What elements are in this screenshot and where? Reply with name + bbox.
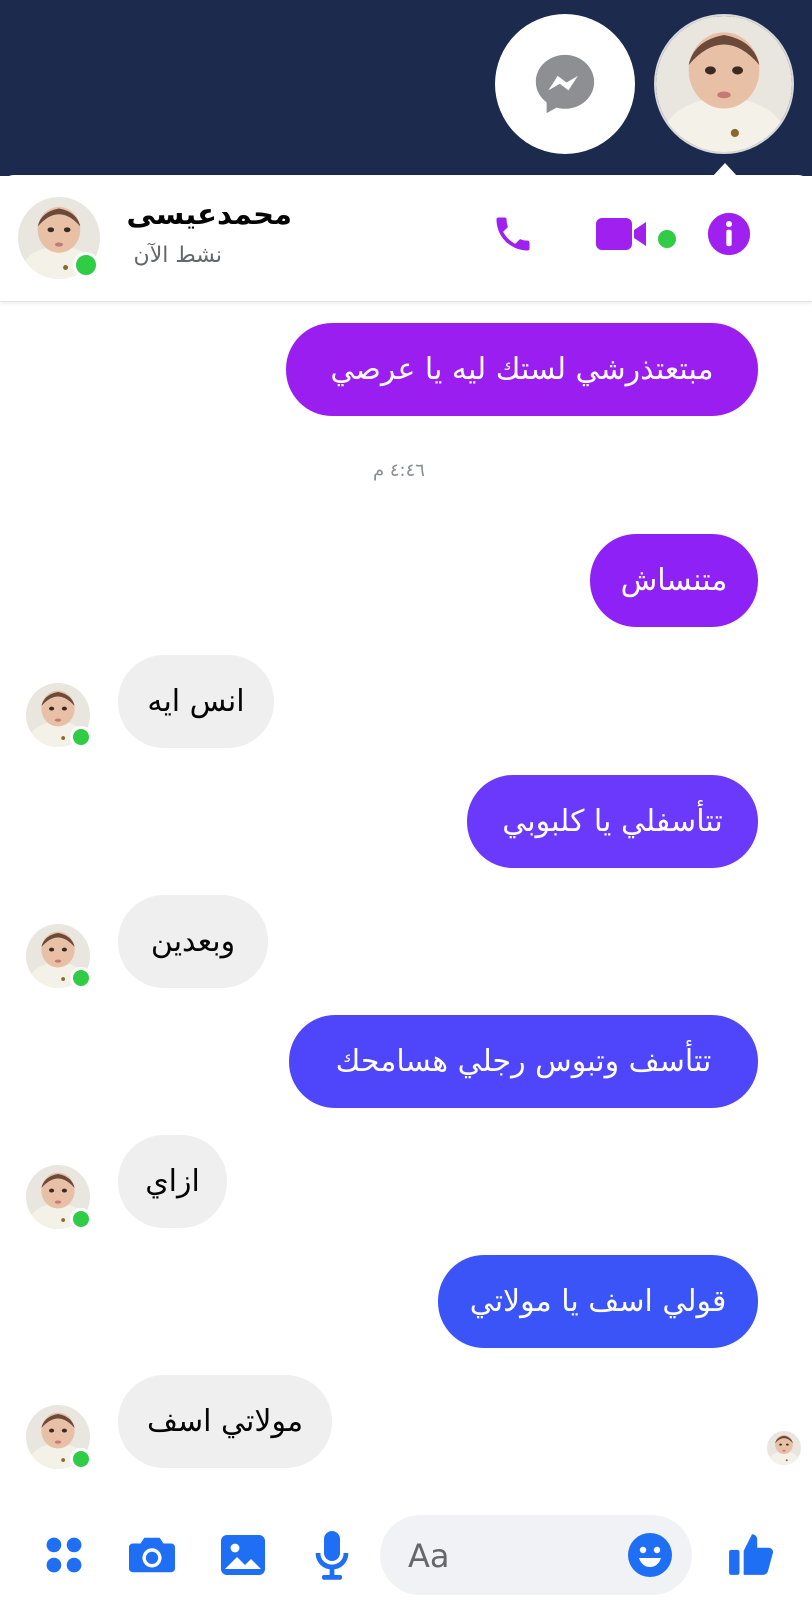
chat-head-avatar[interactable] xyxy=(654,14,794,154)
phone-icon xyxy=(496,217,530,251)
microphone-icon xyxy=(315,1531,349,1580)
online-indicator xyxy=(70,1448,92,1470)
message-bubble-outgoing[interactable]: مبتعتذرشي لستك ليه يا عرصي xyxy=(286,323,758,416)
camera-icon xyxy=(129,1537,175,1573)
message-bubble-outgoing[interactable]: قولي اسف يا مولاتي xyxy=(438,1255,758,1348)
video-call-button[interactable] xyxy=(594,211,650,257)
video-active-indicator xyxy=(658,230,676,248)
apps-icon xyxy=(46,1537,82,1573)
message-bubble-incoming[interactable]: وبعدين xyxy=(118,895,268,988)
gallery-button[interactable] xyxy=(218,1531,268,1579)
contact-name[interactable]: محمدعيسى xyxy=(126,197,292,231)
emoji-icon xyxy=(628,1533,672,1577)
camera-button[interactable] xyxy=(126,1531,178,1579)
messenger-icon xyxy=(535,54,595,114)
message-input[interactable] xyxy=(406,1531,620,1581)
image-icon xyxy=(221,1535,265,1575)
message-timestamp: ٤:٤٦ م xyxy=(373,460,425,481)
online-indicator xyxy=(70,726,92,748)
online-indicator xyxy=(70,967,92,989)
conversation-header: محمدعيسى نشط الآن xyxy=(0,175,812,302)
emoji-button[interactable] xyxy=(626,1531,674,1579)
video-camera-icon xyxy=(596,218,646,250)
message-bubble-outgoing[interactable]: متنساش xyxy=(590,534,758,627)
message-bubble-outgoing[interactable]: تتأسف وتبوس رجلي هسامحك xyxy=(289,1015,758,1108)
like-button[interactable] xyxy=(726,1527,778,1581)
online-indicator xyxy=(70,1208,92,1230)
info-icon xyxy=(707,212,751,256)
message-bubble-incoming[interactable]: مولاتي اسف xyxy=(118,1375,332,1468)
info-button[interactable] xyxy=(706,211,752,257)
call-button[interactable] xyxy=(488,209,538,259)
message-bubble-outgoing[interactable]: تتأسفلي يا كلبوبي xyxy=(467,775,758,868)
apps-button[interactable] xyxy=(40,1531,88,1579)
seen-receipt-avatar xyxy=(767,1431,801,1465)
online-indicator xyxy=(73,252,99,278)
messenger-bubble-button[interactable] xyxy=(495,14,635,154)
message-bubble-incoming[interactable]: انس ايه xyxy=(118,655,274,748)
message-input-container xyxy=(380,1515,692,1595)
thumbs-up-icon xyxy=(729,1534,774,1575)
voice-record-button[interactable] xyxy=(310,1528,354,1582)
message-bubble-incoming[interactable]: ازاي xyxy=(118,1135,227,1228)
contact-status: نشط الآن xyxy=(133,243,222,268)
